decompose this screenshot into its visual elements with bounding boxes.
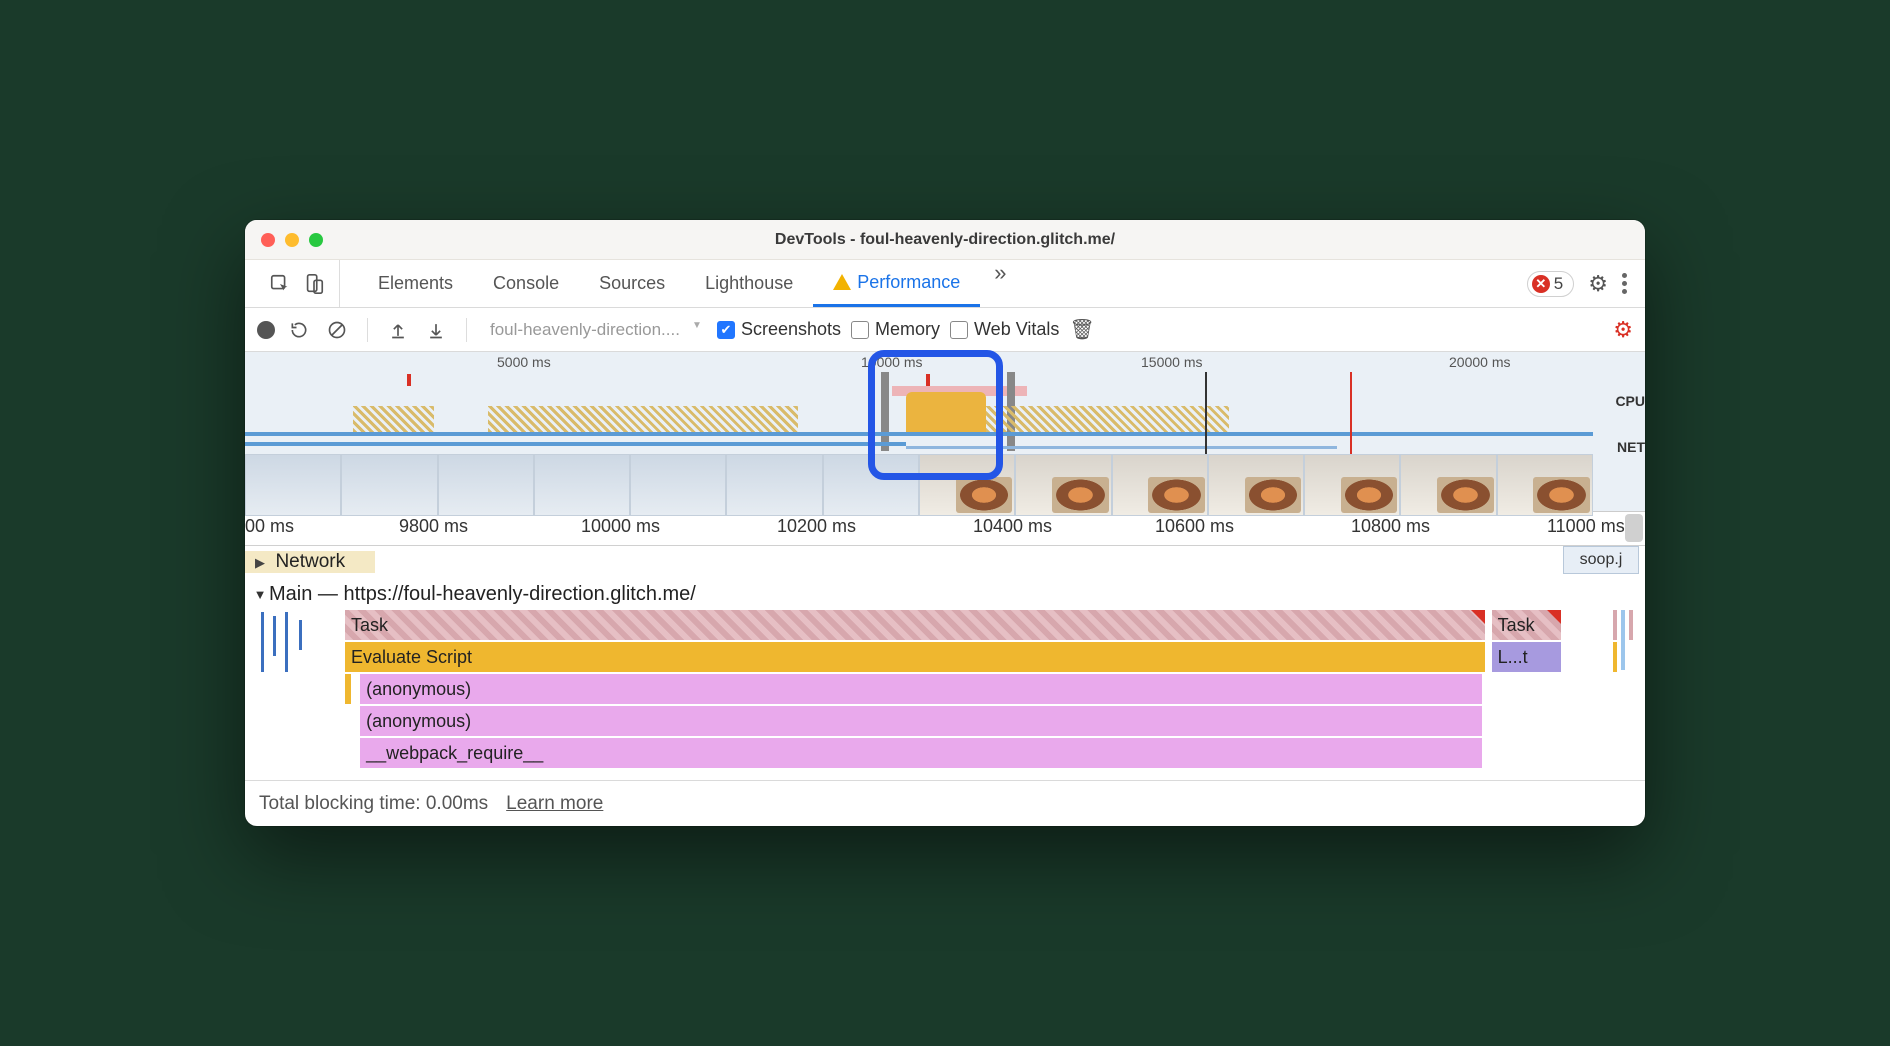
performance-toolbar: foul-heavenly-direction.... Screenshots … bbox=[245, 308, 1645, 352]
ruler-tick: 10000 ms bbox=[581, 516, 660, 537]
flame-layout[interactable]: L...t bbox=[1492, 642, 1561, 672]
overview-marker bbox=[407, 374, 411, 386]
network-lane-header[interactable]: ▶ Network bbox=[245, 551, 375, 573]
overview-tick: 5000 ms bbox=[497, 354, 551, 370]
flame-task[interactable]: Task bbox=[1492, 610, 1561, 640]
ruler-tick: 10800 ms bbox=[1351, 516, 1430, 537]
overview-lane-labels: CPU NET bbox=[1615, 378, 1645, 470]
reload-record-button[interactable] bbox=[285, 316, 313, 344]
network-resource-chip[interactable]: soop.j bbox=[1563, 546, 1639, 574]
error-count: 5 bbox=[1554, 274, 1563, 294]
flame-chart[interactable]: ▶ Network soop.j ▼ Main — https://foul-h… bbox=[245, 546, 1645, 780]
total-blocking-time: Total blocking time: 0.00ms bbox=[259, 793, 488, 815]
ruler-tick: 9800 ms bbox=[399, 516, 468, 537]
clear-button[interactable] bbox=[323, 316, 351, 344]
load-profile-icon[interactable] bbox=[384, 316, 412, 344]
summary-footer: Total blocking time: 0.00ms Learn more bbox=[245, 780, 1645, 826]
window-controls bbox=[261, 233, 323, 247]
webvitals-checkbox[interactable]: Web Vitals bbox=[950, 319, 1059, 340]
zoom-window-button[interactable] bbox=[309, 233, 323, 247]
highlight-callout bbox=[868, 350, 1003, 480]
recording-select[interactable]: foul-heavenly-direction.... bbox=[483, 317, 707, 343]
ruler-tick: 10400 ms bbox=[973, 516, 1052, 537]
close-window-button[interactable] bbox=[261, 233, 275, 247]
error-icon: ✕ bbox=[1532, 275, 1550, 293]
panel-tabbar: Elements Console Sources Lighthouse Perf… bbox=[245, 260, 1645, 308]
flame-evaluate-script[interactable]: Evaluate Script bbox=[345, 642, 1485, 672]
overview-tick: 15000 ms bbox=[1141, 354, 1202, 370]
overview-strip[interactable]: 5000 ms 10000 ms 15000 ms 20000 ms CPU N… bbox=[245, 352, 1645, 512]
flame-task[interactable]: Task bbox=[345, 610, 1485, 640]
tabs-overflow-button[interactable]: » bbox=[980, 260, 1020, 307]
flame-anonymous[interactable]: (anonymous) bbox=[360, 674, 1481, 704]
collapse-icon: ▼ bbox=[251, 587, 269, 602]
tab-sources[interactable]: Sources bbox=[579, 260, 685, 307]
ruler-tick: 11000 ms bbox=[1547, 516, 1625, 537]
tab-performance[interactable]: Performance bbox=[813, 260, 980, 307]
frame-ticks bbox=[251, 610, 341, 780]
flame-webpack-require[interactable]: __webpack_require__ bbox=[360, 738, 1481, 768]
memory-checkbox[interactable]: Memory bbox=[851, 319, 940, 340]
window-title: DevTools - foul-heavenly-direction.glitc… bbox=[245, 231, 1645, 249]
ruler-tick: 00 ms bbox=[245, 516, 294, 537]
titlebar: DevTools - foul-heavenly-direction.glitc… bbox=[245, 220, 1645, 260]
more-menu-icon[interactable] bbox=[1622, 273, 1627, 294]
flame-anonymous[interactable]: (anonymous) bbox=[360, 706, 1481, 736]
settings-gear-icon[interactable]: ⚙ bbox=[1588, 271, 1608, 297]
tab-elements[interactable]: Elements bbox=[358, 260, 473, 307]
minimize-window-button[interactable] bbox=[285, 233, 299, 247]
save-profile-icon[interactable] bbox=[422, 316, 450, 344]
ruler-tick: 10600 ms bbox=[1155, 516, 1234, 537]
tab-lighthouse[interactable]: Lighthouse bbox=[685, 260, 813, 307]
delete-recording-icon[interactable]: 🗑 bbox=[1069, 317, 1094, 342]
capture-settings-gear-icon[interactable]: ⚙ bbox=[1613, 317, 1633, 343]
devtools-window: DevTools - foul-heavenly-direction.glitc… bbox=[245, 220, 1645, 826]
checkbox-icon bbox=[950, 321, 968, 339]
inspect-element-icon[interactable] bbox=[267, 271, 293, 297]
ruler-scrollbar[interactable] bbox=[1625, 514, 1643, 542]
expand-icon: ▶ bbox=[251, 555, 269, 571]
time-ruler[interactable]: 00 ms 9800 ms 10000 ms 10200 ms 10400 ms… bbox=[245, 512, 1645, 546]
error-count-badge[interactable]: ✕ 5 bbox=[1527, 271, 1574, 297]
ruler-tick: 10200 ms bbox=[777, 516, 856, 537]
main-lane-header[interactable]: ▼ Main — https://foul-heavenly-direction… bbox=[245, 578, 1645, 610]
right-slivers bbox=[1609, 610, 1639, 780]
checkbox-icon bbox=[851, 321, 869, 339]
overview-tick: 20000 ms bbox=[1449, 354, 1510, 370]
record-button[interactable] bbox=[257, 321, 275, 339]
screenshots-checkbox[interactable]: Screenshots bbox=[717, 319, 841, 340]
flame-accent bbox=[345, 674, 351, 704]
checkbox-icon bbox=[717, 321, 735, 339]
tab-console[interactable]: Console bbox=[473, 260, 579, 307]
device-toolbar-icon[interactable] bbox=[301, 271, 327, 297]
learn-more-link[interactable]: Learn more bbox=[506, 793, 603, 815]
